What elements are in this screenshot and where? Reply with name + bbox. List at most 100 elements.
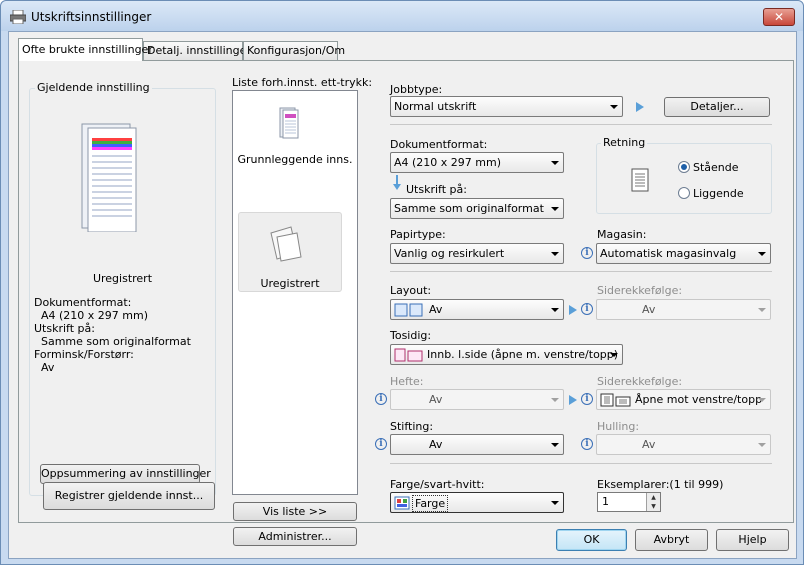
settings-summary-button[interactable]: Oppsummering av innstillinger [40,464,211,484]
landscape-label: Liggende [693,187,744,200]
show-list-button[interactable]: Vis liste >> [233,502,357,521]
print-on-value: Samme som originalformat [394,202,544,215]
info-icon[interactable]: i [581,247,593,259]
page-order-select[interactable]: Av [596,299,771,320]
layout-icon [394,303,424,319]
color-mode-icon [394,496,410,512]
print-on-select[interactable]: Samme som originalformat [390,198,564,219]
preset-item-unregistered-label: Uregistrert [260,277,320,290]
setting-summary-line-1: Dokumentformat: [34,296,132,309]
page-order-2-select[interactable]: Åpne mot venstre/topp [596,389,771,410]
setting-summary-line-4: Samme som originalformat [34,335,191,348]
tray-value: Automatisk magasinvalg [600,247,737,260]
register-current-setting-button[interactable]: Registrer gjeldende innst... [43,482,215,510]
increment-icon[interactable]: ▲ [647,493,660,502]
stapling-label: Stifting: [390,420,434,433]
close-button[interactable]: ✕ [763,8,795,26]
color-mode-select[interactable]: Farge [390,492,564,513]
info-icon[interactable]: i [581,303,593,315]
page-order-label: Siderekkefølge: [597,284,683,297]
doc-size-label: Dokumentformat: [390,138,488,151]
current-setting-group: Gjeldende innstilling Uregistrert Dokume… [29,81,216,496]
color-mode-label: Farge/svart-hvitt: [390,478,485,491]
duplex-value: Innb. l.side (åpne m. venstre/topp) [427,348,619,361]
tab-configuration-about[interactable]: Konfigurasjon/Om [243,41,345,60]
chevron-down-icon [551,308,559,312]
portrait-label: Stående [693,161,739,174]
setting-summary-line-2: A4 (210 x 297 mm) [34,309,149,322]
arrow-right-icon [636,102,644,112]
manage-button[interactable]: Administrer... [233,527,357,546]
job-type-select[interactable]: Normal utskrift [390,96,623,117]
preset-list-label: Liste forh.innst. ett-trykk: [232,76,373,89]
stapling-select[interactable]: Av [390,434,564,455]
print-settings-window: Utskriftsinnstillinger ✕ Ofte brukte inn… [0,0,804,565]
page-order-value: Av [642,303,656,316]
chevron-down-icon [758,398,766,402]
info-icon[interactable]: i [581,393,593,405]
chevron-down-icon [551,398,559,402]
tab-panel: Gjeldende innstilling Uregistrert Dokume… [18,60,794,546]
stapling-value: Av [429,438,443,451]
chevron-down-icon [551,207,559,211]
copies-stepper[interactable]: 1 ▲ ▼ [597,492,661,512]
preset-listbox[interactable]: Grunnleggende inns. Uregistrert [232,90,358,495]
copies-value: 1 [602,495,609,508]
hole-punch-value: Av [642,438,656,451]
booklet-label: Hefte: [390,375,424,388]
details-button[interactable]: Detaljer... [664,97,770,117]
duplex-icon [394,348,424,364]
orientation-label: Retning [601,136,648,149]
arrow-right-icon [569,305,577,315]
paper-type-value: Vanlig og resirkulert [394,247,505,260]
decrement-icon[interactable]: ▼ [647,502,660,511]
preset-item-unregistered[interactable]: Uregistrert [238,212,342,292]
ok-button[interactable]: OK [556,529,627,551]
blank-page-icon [267,223,305,266]
arrow-right-icon [569,395,577,405]
layout-value: Av [429,303,443,316]
chevron-down-icon [758,443,766,447]
copies-spin-buttons: ▲ ▼ [646,493,660,511]
page-order-2-label: Siderekkefølge: [597,375,683,388]
tray-label: Magasin: [597,228,647,241]
paper-type-select[interactable]: Vanlig og resirkulert [390,243,564,264]
hole-punch-select[interactable]: Av [596,434,771,455]
job-type-label: Jobbtype: [390,83,443,96]
chevron-down-icon [610,105,618,109]
booklet-select[interactable]: Av [390,389,564,410]
chevron-down-icon [551,501,559,505]
doc-size-value: A4 (210 x 297 mm) [394,156,502,169]
duplex-select[interactable]: Innb. l.side (åpne m. venstre/topp) [390,344,623,365]
info-icon[interactable]: i [581,438,593,450]
layout-select[interactable]: Av [390,299,564,320]
layout-label: Layout: [390,284,432,297]
chevron-down-icon [551,252,559,256]
help-button[interactable]: Hjelp [716,529,789,551]
portrait-radio[interactable] [678,161,690,173]
hole-punch-label: Hulling: [597,420,640,433]
current-setting-label: Gjeldende innstilling [35,81,152,94]
document-preview-icon [80,122,140,235]
setting-summary-line-6: Av [34,361,55,374]
chevron-down-icon [758,252,766,256]
page-order-2-value: Åpne mot venstre/topp [635,393,763,406]
dialog-body: Ofte brukte innstillinger Detalj. innsti… [8,31,797,559]
preset-item-basic[interactable]: Grunnleggende inns. [233,153,357,166]
info-icon[interactable]: i [375,393,387,405]
divider [390,463,772,464]
current-setting-name: Uregistrert [92,272,153,285]
cancel-button[interactable]: Avbryt [635,529,708,551]
divider [390,271,772,272]
landscape-radio[interactable] [678,187,690,199]
tray-select[interactable]: Automatisk magasinvalg [596,243,771,264]
duplex-label: Tosidig: [390,329,432,342]
tab-detailed-settings[interactable]: Detalj. innstillinger [143,41,251,60]
portrait-page-icon [631,168,649,195]
info-icon[interactable]: i [375,438,387,450]
tab-frequently-used[interactable]: Ofte brukte innstillinger [18,38,153,61]
doc-size-select[interactable]: A4 (210 x 297 mm) [390,152,564,173]
chevron-down-icon [551,161,559,165]
chevron-down-icon [551,443,559,447]
booklet-value: Av [429,393,443,406]
